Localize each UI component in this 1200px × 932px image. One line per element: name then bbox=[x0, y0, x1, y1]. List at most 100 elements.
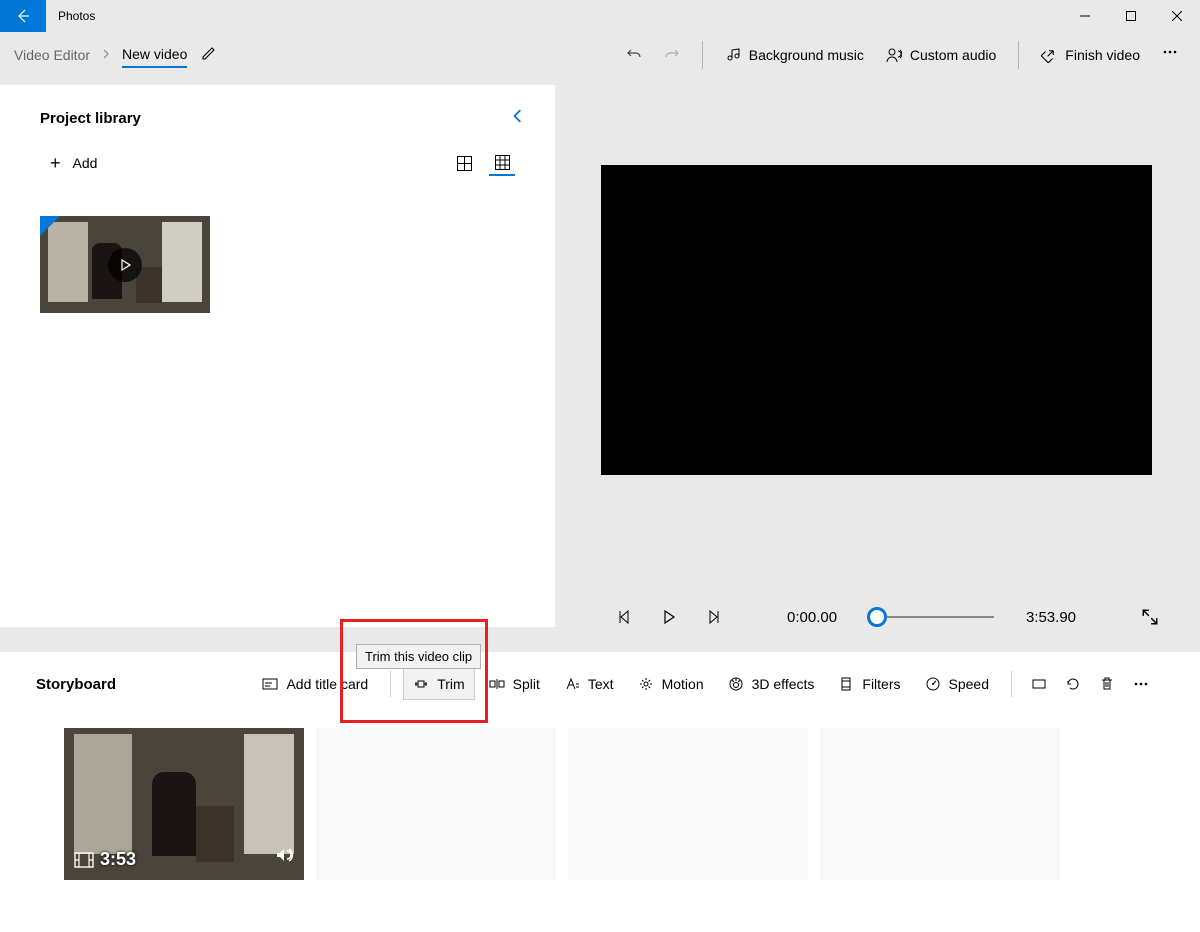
3d-effects-label: 3D effects bbox=[752, 676, 815, 692]
person-audio-icon bbox=[886, 47, 902, 63]
redo-button[interactable] bbox=[654, 41, 690, 69]
trash-icon bbox=[1099, 676, 1115, 692]
chevron-left-icon bbox=[511, 109, 525, 123]
collapse-library-button[interactable] bbox=[511, 109, 525, 128]
small-grid-view-button[interactable] bbox=[489, 150, 515, 176]
clip-volume-button[interactable] bbox=[274, 845, 294, 870]
close-button[interactable] bbox=[1154, 0, 1200, 32]
motion-button[interactable]: Motion bbox=[628, 668, 714, 700]
film-icon bbox=[74, 852, 94, 868]
add-media-button[interactable]: + Add bbox=[50, 153, 97, 174]
step-forward-icon bbox=[705, 609, 721, 625]
redo-icon bbox=[664, 47, 680, 63]
library-video-thumb[interactable] bbox=[40, 216, 210, 313]
back-button[interactable] bbox=[0, 0, 46, 32]
filters-button[interactable]: Filters bbox=[828, 668, 910, 700]
fullscreen-button[interactable] bbox=[1140, 607, 1160, 627]
text-label: Text bbox=[588, 676, 614, 692]
more-icon bbox=[1133, 676, 1149, 692]
storyboard-more-button[interactable] bbox=[1126, 669, 1156, 699]
undo-icon bbox=[626, 47, 642, 63]
chevron-right-icon bbox=[100, 47, 112, 63]
play-icon bbox=[661, 609, 677, 625]
speed-button[interactable]: Speed bbox=[915, 668, 999, 700]
speed-icon bbox=[925, 676, 941, 692]
close-icon bbox=[1172, 11, 1182, 21]
undo-button[interactable] bbox=[616, 41, 652, 69]
arrow-left-icon bbox=[15, 8, 31, 24]
large-grid-view-button[interactable] bbox=[451, 150, 477, 176]
command-bar: Video Editor New video Background music … bbox=[0, 32, 1200, 77]
rotate-button[interactable] bbox=[1058, 669, 1088, 699]
split-label: Split bbox=[513, 676, 540, 692]
finish-video-button[interactable]: Finish video bbox=[1031, 41, 1150, 69]
breadcrumb: Video Editor New video bbox=[0, 42, 217, 68]
breadcrumb-root[interactable]: Video Editor bbox=[14, 47, 90, 63]
video-preview[interactable] bbox=[601, 165, 1152, 475]
export-icon bbox=[1041, 47, 1057, 63]
rotate-icon bbox=[1065, 676, 1081, 692]
custom-audio-button[interactable]: Custom audio bbox=[876, 41, 1006, 69]
background-music-button[interactable]: Background music bbox=[715, 41, 874, 69]
trim-button[interactable]: Trim bbox=[403, 668, 474, 700]
transport-bar: 0:00.00 3:53.90 bbox=[555, 582, 1200, 652]
more-icon bbox=[1162, 44, 1178, 60]
breadcrumb-current[interactable]: New video bbox=[122, 46, 187, 68]
minimize-button[interactable] bbox=[1062, 0, 1108, 32]
text-icon bbox=[564, 676, 580, 692]
seek-handle[interactable] bbox=[867, 607, 887, 627]
storyboard-clip[interactable]: 3:53 bbox=[64, 728, 304, 880]
storyboard-clips: 3:53 bbox=[64, 728, 1160, 880]
filters-icon bbox=[838, 676, 854, 692]
custom-audio-label: Custom audio bbox=[910, 47, 996, 63]
app-title: Photos bbox=[46, 0, 107, 32]
delete-button[interactable] bbox=[1092, 669, 1122, 699]
3d-effects-icon bbox=[728, 676, 744, 692]
music-icon bbox=[725, 47, 741, 63]
seek-bar[interactable] bbox=[869, 616, 994, 618]
speed-label: Speed bbox=[949, 676, 989, 692]
more-button[interactable] bbox=[1152, 38, 1188, 71]
finish-video-label: Finish video bbox=[1065, 47, 1140, 63]
prev-frame-button[interactable] bbox=[615, 607, 635, 627]
storyboard-empty-slot[interactable] bbox=[316, 728, 556, 880]
rename-button[interactable] bbox=[201, 45, 217, 64]
grid-3x3-icon bbox=[495, 155, 510, 170]
maximize-button[interactable] bbox=[1108, 0, 1154, 32]
divider bbox=[1018, 41, 1019, 69]
minimize-icon bbox=[1080, 11, 1090, 21]
3d-effects-button[interactable]: 3D effects bbox=[718, 668, 825, 700]
storyboard-empty-slot[interactable] bbox=[568, 728, 808, 880]
step-back-icon bbox=[617, 609, 633, 625]
divider bbox=[1011, 671, 1012, 697]
pencil-icon bbox=[201, 45, 217, 61]
selected-corner-icon bbox=[40, 216, 60, 236]
total-time: 3:53.90 bbox=[1026, 609, 1076, 626]
divider bbox=[702, 41, 703, 69]
title-bar: Photos bbox=[0, 0, 1200, 32]
trim-tooltip: Trim this video clip bbox=[356, 644, 481, 669]
add-label: Add bbox=[73, 155, 98, 171]
split-button[interactable]: Split bbox=[479, 668, 550, 700]
trim-label: Trim bbox=[437, 676, 464, 692]
clip-duration-label: 3:53 bbox=[100, 849, 136, 870]
project-library-panel: Project library + Add bbox=[0, 85, 555, 627]
title-card-icon bbox=[262, 676, 278, 692]
content-area: Project library + Add bbox=[0, 77, 1200, 932]
add-title-card-button[interactable]: Add title card bbox=[252, 668, 378, 700]
fullscreen-icon bbox=[1141, 608, 1159, 626]
play-button[interactable] bbox=[659, 607, 679, 627]
storyboard-empty-slot[interactable] bbox=[820, 728, 1060, 880]
text-button[interactable]: Text bbox=[554, 668, 624, 700]
maximize-icon bbox=[1126, 11, 1136, 21]
motion-icon bbox=[638, 676, 654, 692]
crop-button[interactable] bbox=[1024, 669, 1054, 699]
split-icon bbox=[489, 676, 505, 692]
motion-label: Motion bbox=[662, 676, 704, 692]
storyboard-panel: Storyboard Add title card Trim Split Tex… bbox=[0, 652, 1200, 932]
trim-icon bbox=[413, 676, 429, 692]
next-frame-button[interactable] bbox=[703, 607, 723, 627]
volume-icon bbox=[274, 845, 294, 865]
titlebar-spacer bbox=[107, 0, 1062, 32]
background-music-label: Background music bbox=[749, 47, 864, 63]
